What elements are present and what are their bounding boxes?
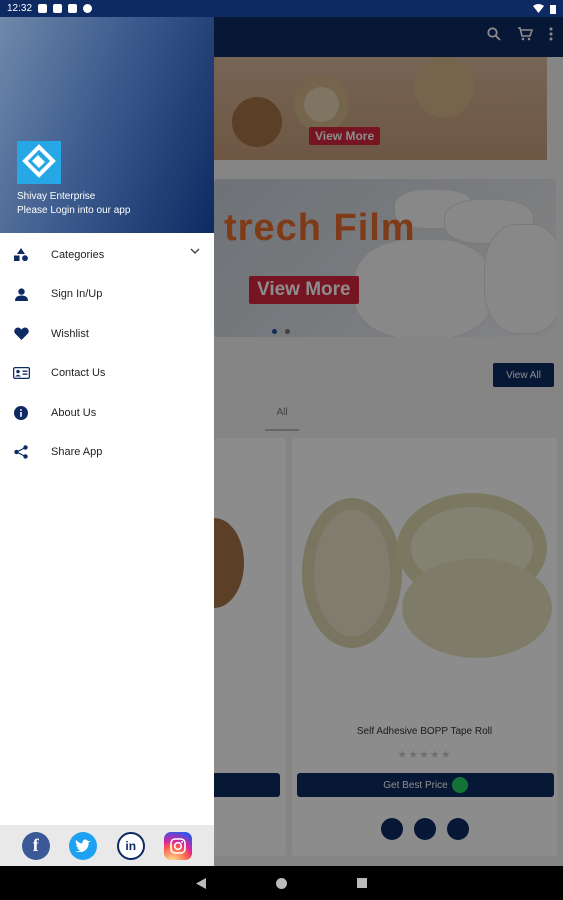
home-icon[interactable] [276, 877, 287, 889]
notification-icon [83, 4, 93, 13]
menu-item-wishlist[interactable]: Wishlist [0, 314, 214, 354]
categories-icon [11, 248, 31, 262]
share-icon [11, 445, 31, 459]
menu-item-sign-in[interactable]: Sign In/Up [0, 275, 214, 315]
menu-label: Share App [51, 446, 103, 459]
menu-label: Sign In/Up [51, 288, 103, 301]
file-icon [68, 4, 78, 13]
instagram-icon[interactable] [164, 831, 193, 860]
navigation-drawer: Shivay Enterprise Please Login into our … [0, 17, 214, 866]
status-bar: 12:32 [0, 0, 563, 17]
menu-label: Categories [51, 248, 105, 261]
message-icon [38, 4, 48, 13]
company-logo [17, 141, 61, 184]
menu-label: About Us [51, 406, 97, 419]
drawer-menu: Categories Sign In/Up Wishlist Contact U… [0, 235, 214, 472]
back-icon[interactable] [196, 877, 206, 889]
menu-label: Contact Us [51, 367, 106, 380]
linkedin-icon[interactable]: in [116, 831, 145, 860]
facebook-icon[interactable]: f [21, 831, 50, 860]
info-icon [11, 405, 31, 420]
google-icon [53, 4, 63, 13]
person-icon [11, 288, 31, 301]
twitter-icon[interactable] [69, 831, 98, 860]
contact-card-icon [11, 367, 31, 380]
menu-item-share[interactable]: Share App [0, 433, 214, 473]
system-nav-bar [0, 866, 563, 900]
recents-icon[interactable] [357, 878, 367, 888]
drawer-header: Shivay Enterprise Please Login into our … [0, 17, 214, 233]
chevron-down-icon[interactable] [190, 248, 200, 255]
menu-item-categories[interactable]: Categories [0, 235, 214, 275]
status-time: 12:32 [7, 3, 33, 14]
battery-icon [550, 4, 556, 14]
wifi-icon [533, 4, 544, 13]
menu-item-contact[interactable]: Contact Us [0, 354, 214, 394]
menu-item-about[interactable]: About Us [0, 393, 214, 433]
menu-label: Wishlist [51, 327, 89, 340]
heart-icon [11, 327, 31, 341]
login-message: Please Login into our app [17, 205, 131, 216]
company-name: Shivay Enterprise [17, 191, 96, 202]
social-links: f in [0, 825, 214, 866]
